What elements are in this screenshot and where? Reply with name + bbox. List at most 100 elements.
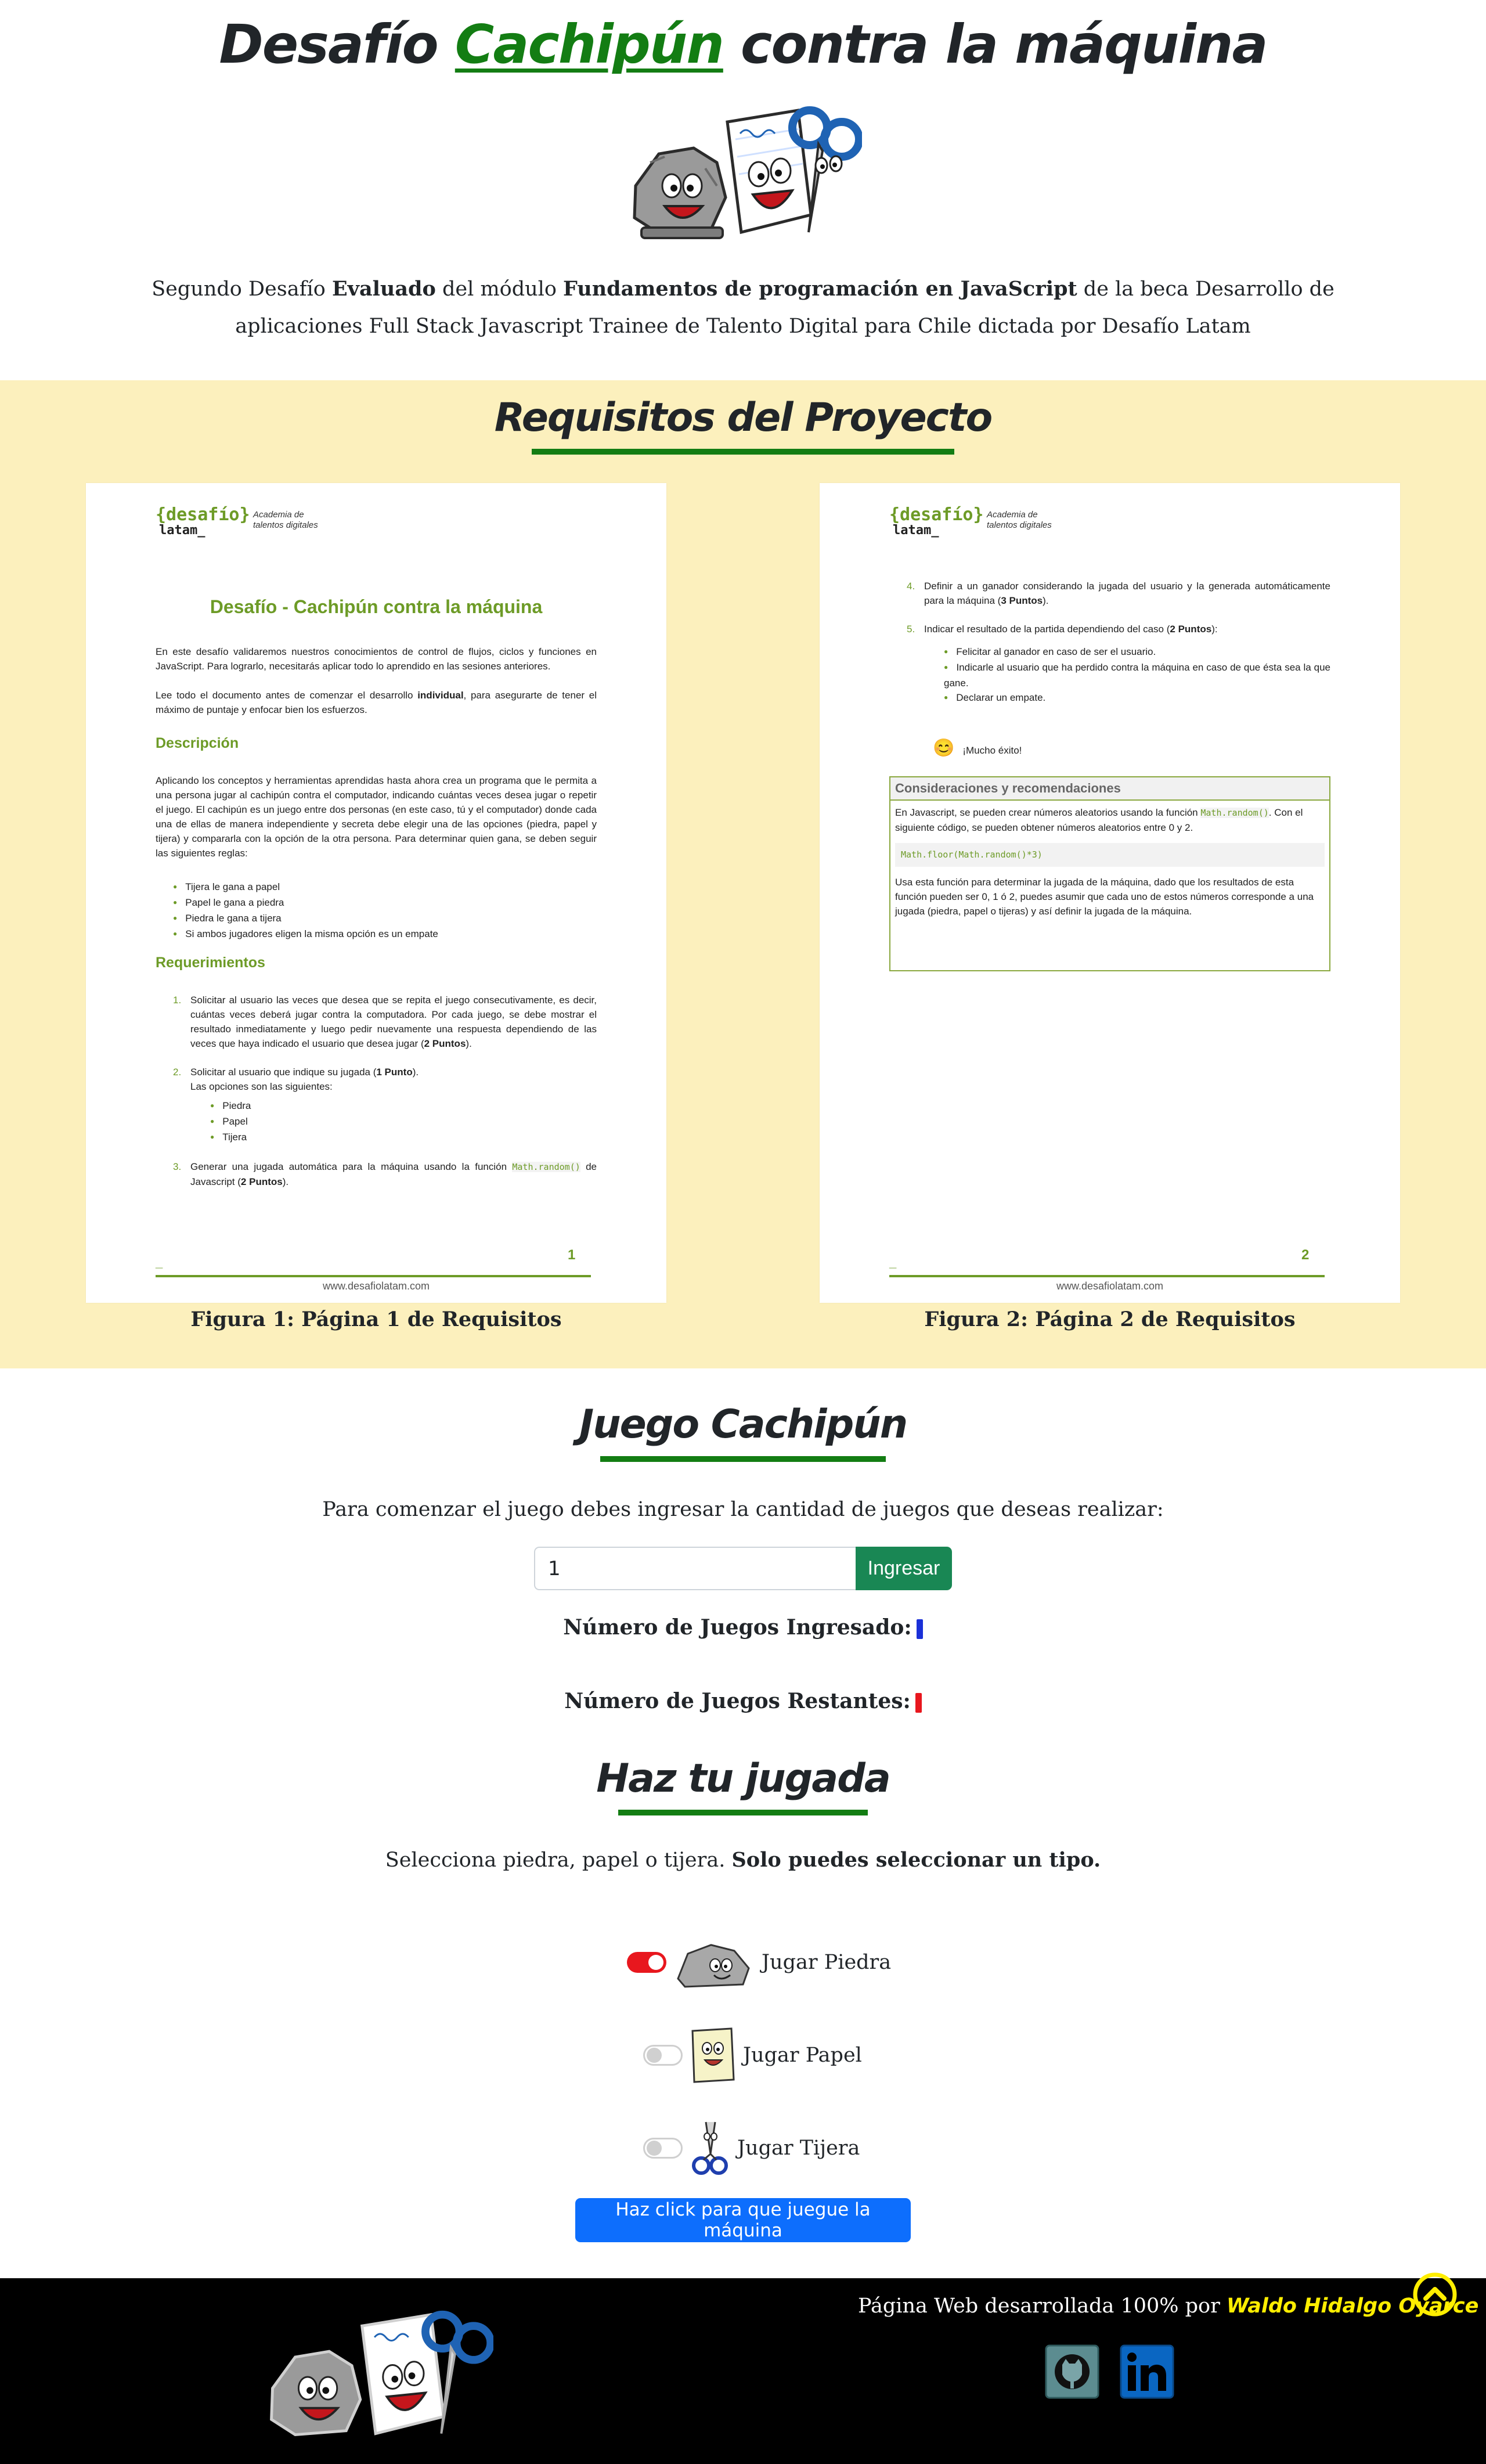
r5-a: Indicar el resultado de la partida depen… xyxy=(924,624,1170,635)
r2-a: Solicitar al usuario que indique su juga… xyxy=(190,1067,377,1078)
paper-icon xyxy=(691,2027,735,2083)
list-item: Papel le gana a piedra xyxy=(173,895,597,911)
doc-description: Aplicando los conceptos y herramientas a… xyxy=(156,775,597,859)
r5-b: 2 Puntos xyxy=(1170,624,1212,635)
scissors-toggle[interactable] xyxy=(643,2138,683,2159)
play-instruction-b: Solo puedes seleccionar un tipo. xyxy=(731,1848,1101,1872)
choice-label: Jugar Piedra xyxy=(762,1951,892,1974)
choice-scissors[interactable]: Jugar Tijera xyxy=(643,2116,860,2180)
intro-b2: Fundamentos de programación en JavaScrip… xyxy=(563,277,1077,301)
games-count-input[interactable] xyxy=(534,1547,857,1590)
r3-d: ). xyxy=(282,1176,289,1187)
games-remaining-value xyxy=(915,1693,922,1713)
consid-p1-a: En Javascript, se pueden crear números a… xyxy=(895,807,1201,818)
list-item: Tijera xyxy=(210,1130,597,1145)
requirements-page-1: {desafío} latam_ Academia de talentos dig… xyxy=(86,483,666,1303)
intro-t2: del módulo xyxy=(435,278,564,301)
play-title: Haz tu jugada xyxy=(596,1756,890,1802)
doc-read-b: individual xyxy=(417,690,464,701)
requirements-list-continued: 4. Definir a un ganador considerando la j… xyxy=(889,579,1330,720)
options-list: Piedra Papel Tijera xyxy=(190,1098,597,1145)
r3-c: 2 Puntos xyxy=(240,1176,283,1187)
linkedin-icon[interactable] xyxy=(1120,2344,1174,2399)
title-accent: Cachipún xyxy=(455,13,724,75)
title-part1: Desafío xyxy=(219,13,455,75)
requirement-item: 3. Generar una jugada automática para la … xyxy=(156,1159,597,1189)
considerations-paragraph-2: Usa esta función para determinar la juga… xyxy=(895,877,1314,917)
requirement-item: 4. Definir a un ganador considerando la j… xyxy=(889,579,1330,608)
requirements-list: 1. Solicitar al usuario las veces que des… xyxy=(156,993,597,1203)
github-icon[interactable] xyxy=(1045,2344,1099,2399)
machine-play-button[interactable]: Haz click para que juegue la máquina xyxy=(575,2198,911,2242)
requirement-item: 1. Solicitar al usuario las veces que des… xyxy=(156,993,597,1051)
toggle-knob xyxy=(648,1955,663,1970)
logo-tagline-1: Academia de xyxy=(987,510,1038,520)
requirement-number: 2. xyxy=(173,1067,182,1078)
submit-games-button[interactable]: Ingresar xyxy=(856,1547,952,1590)
games-entered-value xyxy=(916,1619,923,1639)
paper-toggle[interactable] xyxy=(643,2045,683,2066)
list-item: Piedra le gana a tijera xyxy=(173,911,597,927)
intro-text: Segundo Desafío Evaluado del módulo Fund… xyxy=(116,271,1370,345)
rock-icon xyxy=(677,1944,750,1988)
page-title: Desafío Cachipún contra la máquina xyxy=(0,13,1486,77)
toggle-knob xyxy=(647,2141,662,2156)
r4-c: ). xyxy=(1043,595,1049,606)
list-item: Tijera le gana a papel xyxy=(173,880,597,895)
requirements-section: Requisitos del Proyecto {desafío} latam_… xyxy=(0,380,1486,1368)
r4-a: Definir a un ganador considerando la jug… xyxy=(924,581,1330,606)
list-item: Si ambos jugadores eligen la misma opció… xyxy=(173,927,597,942)
intro-b1: Evaluado xyxy=(331,277,436,301)
doc-heading-requirements: Requerimientos xyxy=(156,954,265,971)
desafio-latam-logo: {desafío} latam_ Academia de talentos dig… xyxy=(156,506,318,538)
footer-credit: Página Web desarrollada 100% por Waldo H… xyxy=(858,2290,1478,2322)
logo-tagline-2: talentos digitales xyxy=(253,520,318,530)
games-remaining-label: Número de Juegos Restantes: xyxy=(564,1689,911,1713)
game-title: Juego Cachipún xyxy=(579,1402,908,1447)
requirements-page-2: {desafío} latam_ Academia de talentos dig… xyxy=(820,483,1400,1303)
footer-logo-icon xyxy=(270,2310,493,2437)
choice-label: Jugar Papel xyxy=(743,2044,862,2067)
requirements-title-underline xyxy=(532,449,954,455)
logo-tagline-1: Academia de xyxy=(253,510,304,520)
play-title-underline xyxy=(618,1810,868,1815)
rock-toggle[interactable] xyxy=(627,1952,666,1973)
back-to-top-icon[interactable] xyxy=(1412,2271,1458,2318)
figure-caption-1: Figura 1: Página 1 de Requisitos xyxy=(190,1307,562,1331)
title-part2: contra la máquina xyxy=(723,13,1268,75)
games-entered-line: Número de Juegos Ingresado: xyxy=(0,1611,1486,1644)
game-prompt: Para comenzar el juego debes ingresar la… xyxy=(322,1498,1164,1521)
games-entered-label: Número de Juegos Ingresado: xyxy=(563,1615,912,1640)
doc-heading-description: Descripción xyxy=(156,735,239,751)
choice-paper[interactable]: Jugar Papel xyxy=(643,2023,862,2087)
inline-code: Math.random() xyxy=(512,1162,580,1172)
r2-d: Las opciones son las siguientes: xyxy=(190,1081,333,1092)
r2-b: 1 Punto xyxy=(376,1067,413,1078)
considerations-paragraph-1: En Javascript, se pueden crear números a… xyxy=(895,805,1325,835)
doc-footer-dash: _ xyxy=(156,1255,163,1270)
logo-tagline-2: talentos digitales xyxy=(987,520,1052,530)
doc-footer-url: www.desafiolatam.com xyxy=(322,1280,430,1292)
list-item: Felicitar al ganador en caso de ser el u… xyxy=(944,644,1330,660)
considerations-body: En Javascript, se pueden crear números a… xyxy=(890,801,1329,923)
doc-footer-line xyxy=(156,1275,591,1277)
success-message: 😊 ¡Mucho éxito! xyxy=(933,740,1022,759)
choice-rock[interactable]: Jugar Piedra xyxy=(627,1930,891,1994)
rock-paper-scissors-logo-icon xyxy=(633,106,862,239)
desafio-latam-logo: {desafío} latam_ Academia de talentos dig… xyxy=(889,505,1052,538)
r4-b: 3 Puntos xyxy=(1001,595,1043,606)
doc-footer-line xyxy=(889,1275,1325,1277)
smile-icon: 😊 xyxy=(933,739,955,758)
logo-brand: {desafío} xyxy=(889,505,984,525)
figure-caption-2: Figura 2: Página 2 de Requisitos xyxy=(924,1307,1296,1331)
games-remaining-line: Número de Juegos Restantes: xyxy=(0,1685,1486,1717)
footer: Página Web desarrollada 100% por Waldo H… xyxy=(0,2278,1486,2464)
logo-brand-2: latam_ xyxy=(159,523,205,538)
credit-prefix: Página Web desarrollada 100% por xyxy=(858,2294,1227,2318)
list-item: Indicarle al usuario que ha perdido cont… xyxy=(944,660,1330,690)
scissors-icon xyxy=(692,2121,728,2175)
intro-t1: Segundo Desafío xyxy=(152,278,332,301)
requirement-number: 1. xyxy=(173,995,182,1006)
choice-label: Jugar Tijera xyxy=(737,2137,860,2160)
play-instruction-a: Selecciona piedra, papel o tijera. xyxy=(385,1849,732,1872)
